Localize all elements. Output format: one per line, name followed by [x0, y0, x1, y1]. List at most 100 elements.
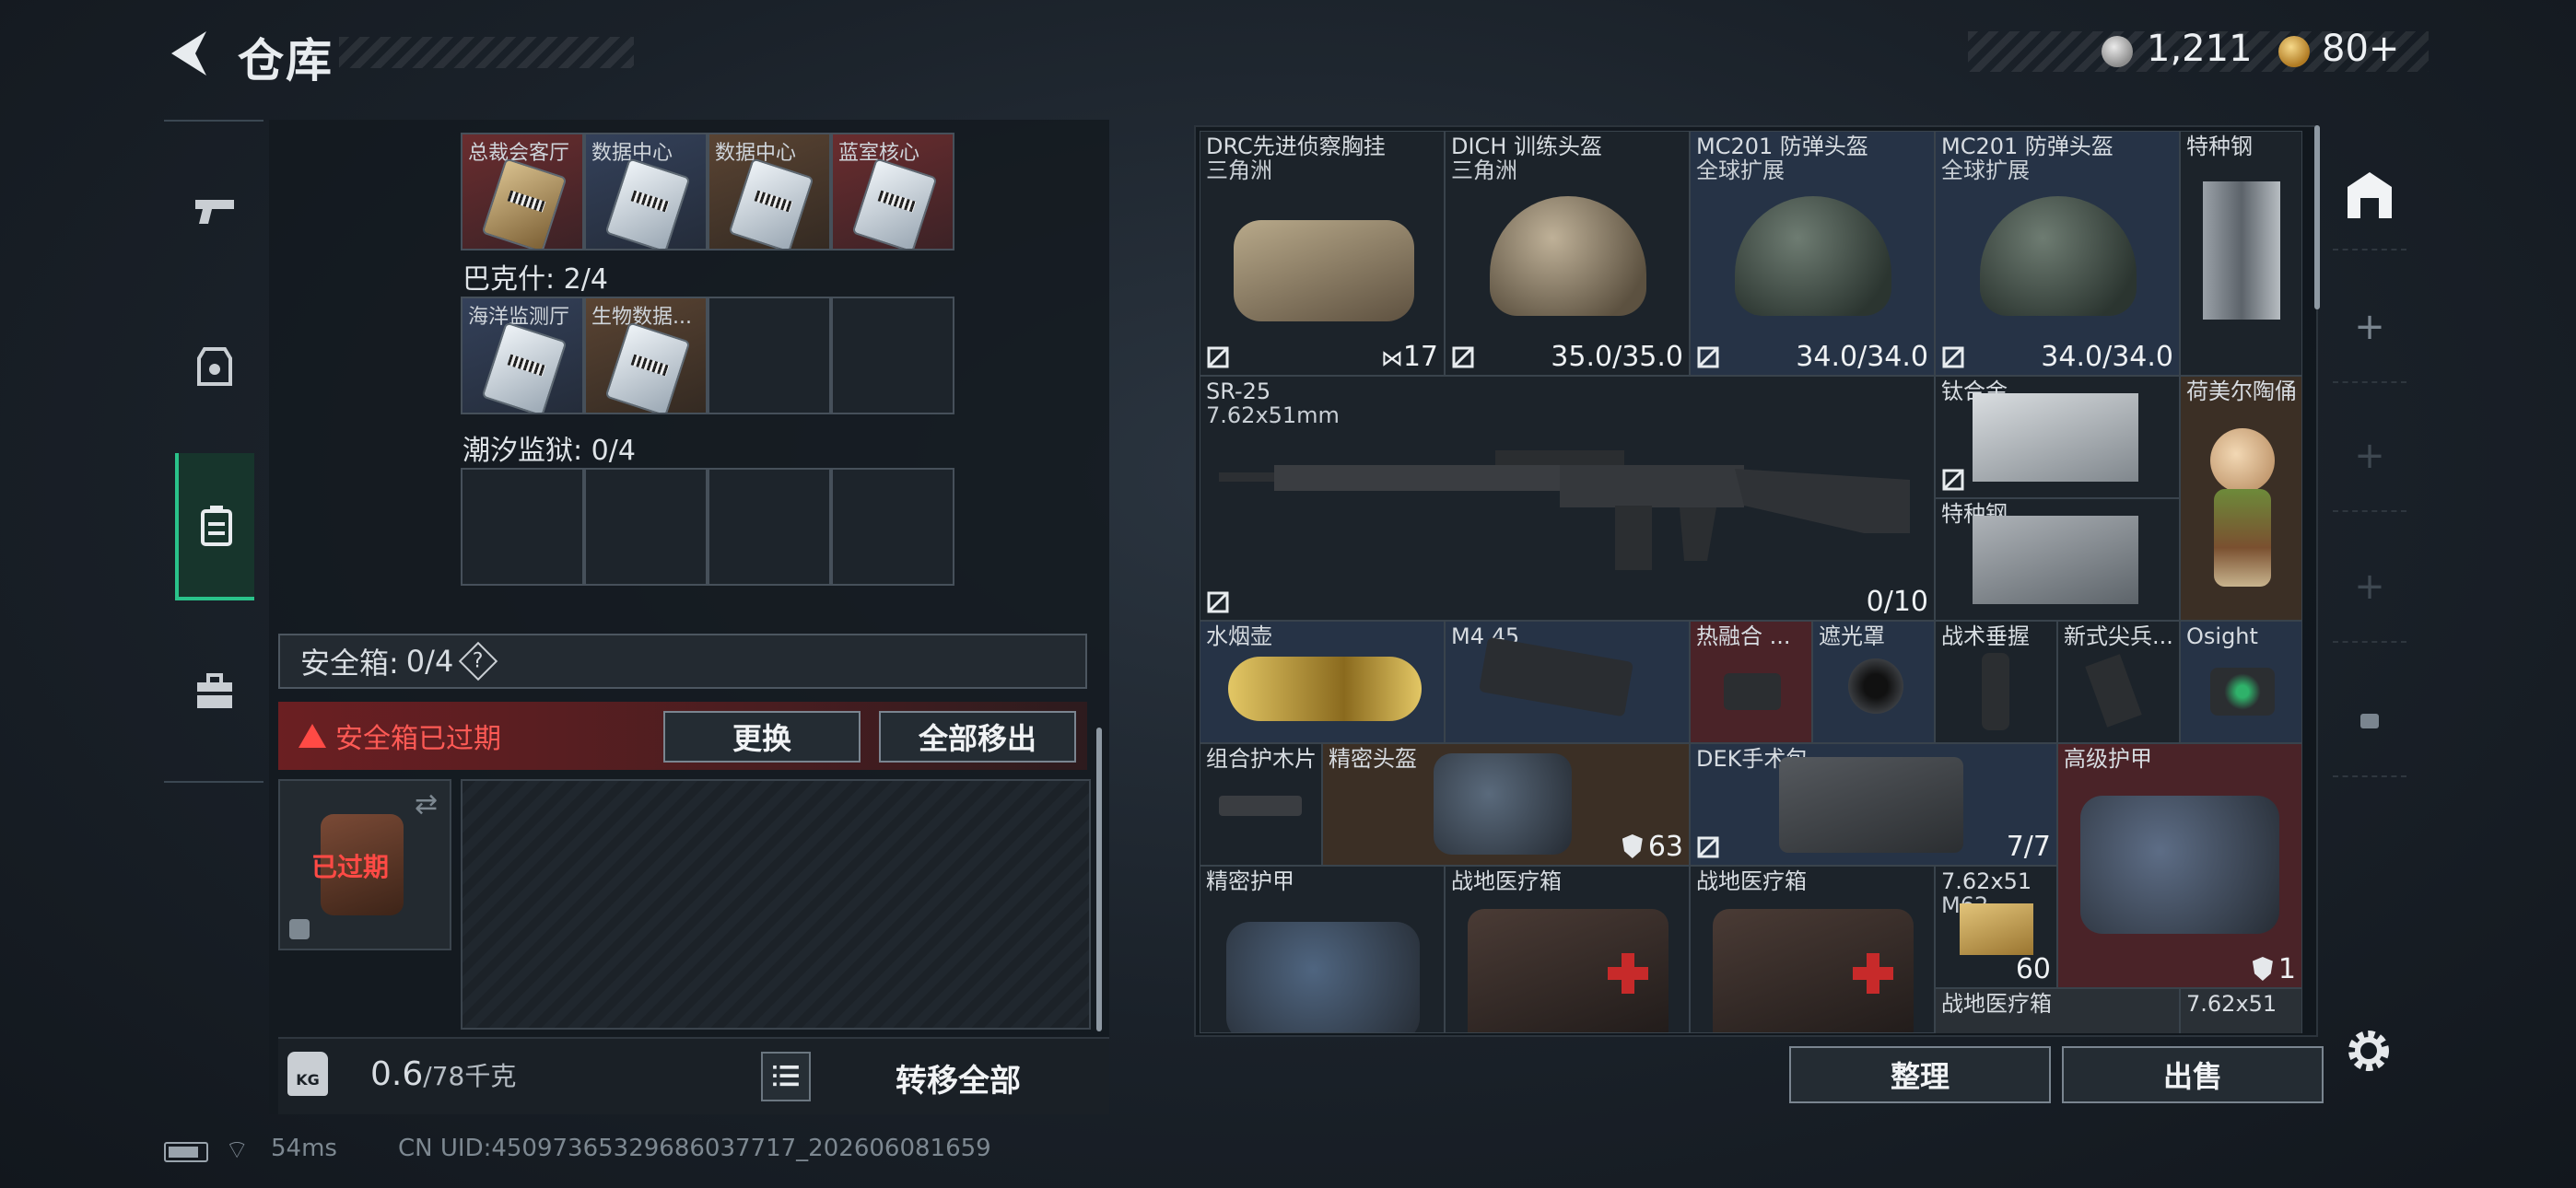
stash-item[interactable]: DEK手术包 7/7 [1690, 743, 2057, 866]
armor-shield-icon [1622, 834, 1643, 858]
expired-warning: 安全箱已过期 [299, 716, 501, 756]
item-name: 战地医疗箱 [1941, 991, 2052, 1017]
gold-currency-amount[interactable]: 80+ [2322, 28, 2399, 70]
stash-item[interactable]: 特种钢 [2180, 131, 2302, 376]
keycard-slot[interactable]: 数据中心 [708, 133, 831, 250]
stash-grid: DRC先进侦察胸挂 三角洲 ⋈17 DICH 训练头盔 三角洲 35.0/35.… [1200, 131, 2309, 1033]
stash-item[interactable]: 遮光罩 [1812, 621, 1935, 743]
add-stash-tab-icon[interactable]: + [2333, 273, 2406, 383]
figurine-head-image [2210, 428, 2275, 493]
stash-item[interactable]: MC201 防弹头盔 全球扩展 34.0/34.0 [1935, 131, 2180, 376]
item-name: 新式尖兵... [2064, 623, 2173, 649]
item-name: MC201 防弹头盔 [1696, 134, 1868, 159]
stash-item[interactable]: 水烟壶 [1200, 621, 1445, 743]
locked-tab-lock-icon[interactable] [2333, 667, 2406, 777]
stash-item[interactable]: 精密头盔 63 [1322, 743, 1690, 866]
add-stash-tab-icon[interactable]: + [2333, 402, 2406, 512]
ping-readout: 54ms [271, 1135, 337, 1162]
replace-button[interactable]: 更换 [663, 711, 861, 763]
unmarked-icon [1942, 469, 1964, 491]
stash-item[interactable]: 钛合金 [1935, 376, 2180, 498]
stash-scrollbar[interactable] [2314, 125, 2320, 309]
item-subtitle: 全球扩展 [1696, 157, 1785, 183]
stash-item[interactable]: 战地医疗箱 [1935, 988, 2180, 1033]
titanium-ingot-image [1973, 393, 2138, 482]
rifle-image [1219, 450, 1910, 570]
unmarked-icon [1942, 346, 1964, 368]
stash-item[interactable]: 7.62x51 M62 60 [1935, 866, 2057, 988]
stash-item[interactable]: SR-25 7.62x51mm 0/10 [1200, 376, 1935, 621]
add-stash-tab-icon[interactable]: + [2333, 532, 2406, 643]
item-name: 战地医疗箱 [1696, 868, 1807, 894]
category-toolbox[interactable] [175, 619, 254, 766]
stash-item[interactable]: 7.62x51 [2180, 988, 2302, 1033]
help-icon-glyph: ? [473, 649, 485, 673]
weight-icon: KG [287, 1052, 328, 1096]
stash-item[interactable]: 战术垂握 [1935, 621, 2057, 743]
empty-slot[interactable] [708, 297, 831, 414]
stash-item[interactable]: Osight [2180, 621, 2302, 743]
help-icon[interactable]: ? [459, 641, 498, 681]
item-value: 34.0/34.0 [2041, 341, 2173, 373]
sell-button[interactable]: 出售 [2062, 1046, 2324, 1103]
silver-coin-icon [2102, 36, 2133, 67]
precision-armor-image [1226, 922, 1420, 1032]
item-value: ⋈17 [1381, 341, 1438, 373]
keycard-slot[interactable]: 数据中心 [584, 133, 708, 250]
stash-item[interactable]: DICH 训练头盔 三角洲 35.0/35.0 [1445, 131, 1690, 376]
keycard-icon [851, 157, 938, 249]
list-view-icon[interactable] [761, 1052, 811, 1101]
keycard-slot[interactable]: 海洋监测厅 [461, 297, 584, 414]
empty-slot[interactable] [831, 468, 954, 586]
ammo-box-image [1960, 903, 2033, 955]
gear-icon[interactable] [2342, 1024, 2395, 1077]
back-icon[interactable] [164, 28, 212, 79]
stash-item[interactable]: 荷美尔陶俑 [2180, 376, 2302, 621]
empty-slot[interactable] [708, 468, 831, 586]
item-name: 7.62x51 [2186, 991, 2277, 1017]
case-expired-label: 已过期 [311, 852, 390, 882]
category-gear[interactable] [175, 293, 254, 440]
stash-item[interactable]: MC201 防弹头盔 全球扩展 34.0/34.0 [1690, 131, 1935, 376]
weight-readout: 0.6/78千克 [370, 1055, 516, 1093]
category-container[interactable] [175, 453, 254, 600]
item-name: 精密头盔 [1329, 746, 1417, 772]
stash-item[interactable]: M4 45 [1445, 621, 1690, 743]
stash-item[interactable]: 组合护木片 [1200, 743, 1322, 866]
stash-item[interactable]: 战地医疗箱 [1445, 866, 1690, 1033]
stash-tab-main[interactable] [2333, 140, 2406, 250]
item-subtitle: 三角洲 [1206, 157, 1272, 183]
advanced-armor-image [2080, 796, 2279, 934]
item-name: 荷美尔陶俑 [2186, 379, 2297, 404]
empty-slot[interactable] [461, 468, 584, 586]
chest-rig-image [1234, 220, 1414, 321]
safe-case-slot[interactable]: 已过期 ⇄ [278, 779, 451, 950]
stash-item[interactable]: 特种钢 [1935, 498, 2180, 621]
sort-button[interactable]: 整理 [1789, 1046, 2051, 1103]
keycard-slot[interactable]: 蓝室核心 [831, 133, 954, 250]
durability-icon: ⋈ [1380, 345, 1403, 371]
item-value: 7/7 [2006, 831, 2051, 863]
unmarked-icon [1207, 591, 1229, 613]
item-name: 遮光罩 [1819, 623, 1885, 649]
empty-slot[interactable] [831, 297, 954, 414]
figurine-body-image [2214, 489, 2271, 587]
item-name: 7.62x51 [1941, 868, 2032, 894]
keycard-slot[interactable]: 生物数据... [584, 297, 708, 414]
stash-item[interactable]: 战地医疗箱 [1690, 866, 1935, 1033]
stash-item[interactable]: 热融合 ... [1690, 621, 1812, 743]
keycard-icon [481, 157, 568, 249]
move-all-out-button[interactable]: 全部移出 [879, 711, 1076, 763]
transfer-all-button[interactable]: 转移全部 [896, 1055, 1021, 1101]
category-weapon[interactable] [175, 136, 254, 284]
stash-item[interactable]: 新式尖兵... [2057, 621, 2180, 743]
stash-item[interactable]: 高级护甲 1 [2057, 743, 2302, 988]
keycard-slot[interactable]: 总裁会客厅 [461, 133, 584, 250]
swap-icon[interactable]: ⇄ [415, 788, 438, 821]
stash-item[interactable]: 精密护甲 [1200, 866, 1445, 1033]
empty-slot[interactable] [584, 468, 708, 586]
vest-icon [197, 347, 232, 386]
stash-item[interactable]: DRC先进侦察胸挂 三角洲 ⋈17 [1200, 131, 1445, 376]
title-decoration [339, 37, 634, 68]
left-scrollbar[interactable] [1096, 728, 1102, 1031]
